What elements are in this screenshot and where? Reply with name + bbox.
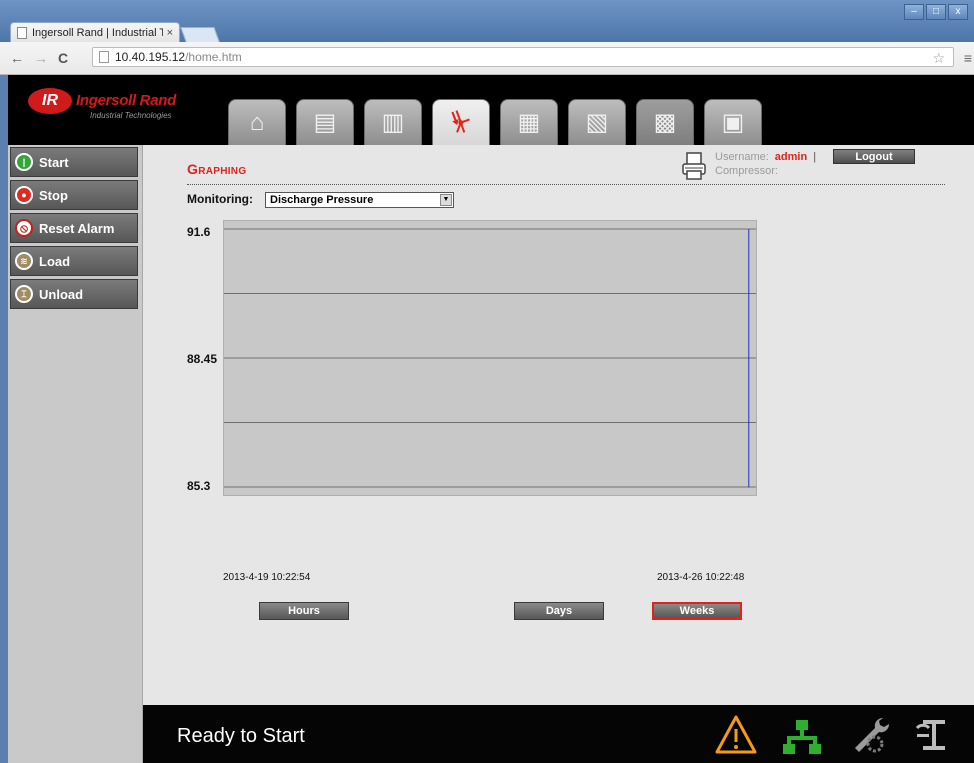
reload-icon[interactable]: C	[58, 50, 68, 66]
home-icon: ⌂	[249, 108, 265, 136]
start-icon: |	[15, 153, 33, 171]
page-title: Graphing	[187, 161, 247, 177]
printer-icon[interactable]	[681, 151, 707, 181]
tab-close-icon[interactable]: ×	[167, 27, 173, 39]
nav-tab-status[interactable]: ▤	[296, 99, 354, 145]
username-value: admin	[774, 151, 808, 163]
nav-tab-schedule[interactable]: ▩	[636, 99, 694, 145]
close-window-icon[interactable]: x	[948, 4, 968, 20]
y-tick-label: 91.6	[187, 225, 211, 239]
compressor-label: Compressor:	[715, 165, 778, 177]
network-icon[interactable]	[781, 714, 823, 756]
chart-plot-area	[223, 220, 757, 496]
maintenance-icon[interactable]	[849, 714, 891, 756]
back-icon[interactable]: ←	[10, 50, 24, 66]
logout-button[interactable]: Logout	[833, 149, 915, 164]
monitoring-select[interactable]: Discharge Pressure ▼	[265, 192, 454, 208]
unload-icon: ⌶	[15, 285, 33, 303]
forward-icon[interactable]: →	[34, 50, 48, 66]
x-start-label: 2013-4-19 10:22:54	[223, 572, 311, 583]
search-doc-icon: ▧	[585, 109, 609, 136]
stop-button[interactable]: ● Stop	[10, 180, 138, 210]
days-range-button[interactable]: Days	[514, 602, 604, 620]
settings-doc-icon: ▥	[381, 109, 405, 136]
browser-titlebar: Ingersoll Rand | Industrial Te × – □ x	[0, 0, 974, 42]
chart-svg	[224, 228, 756, 488]
app: IR Ingersoll Rand Industrial Technologie…	[8, 75, 974, 763]
reset-alarm-icon: ⦸	[15, 219, 33, 237]
nav-tab-id-card[interactable]: ▣	[704, 99, 762, 145]
sidebar-button-label: Reset Alarm	[39, 220, 115, 236]
stop-icon: ●	[15, 186, 33, 204]
weeks-range-button[interactable]: Weeks	[652, 602, 742, 620]
monitoring-select-value: Discharge Pressure	[270, 194, 374, 206]
compressor-icon[interactable]	[913, 714, 955, 756]
maximize-icon[interactable]: □	[926, 4, 946, 20]
start-button[interactable]: | Start	[10, 147, 138, 177]
monitoring-label: Monitoring:	[187, 192, 253, 206]
browser-menu-icon[interactable]: ≡	[964, 50, 972, 66]
bookmark-star-icon[interactable]: ☆	[932, 50, 945, 67]
brand-subtitle: Industrial Technologies	[90, 111, 172, 120]
brand-name: Ingersoll Rand	[76, 92, 176, 109]
nav-tab-graphing[interactable]: ⏧	[432, 99, 490, 145]
y-tick-label: 88.45	[187, 352, 218, 366]
nav-tab-config[interactable]: ▦	[500, 99, 558, 145]
nav-tab-search-doc[interactable]: ▧	[568, 99, 626, 145]
graphing-icon: ⏧	[451, 108, 471, 136]
separator: |	[813, 151, 817, 163]
status-text: Ready to Start	[177, 725, 305, 747]
nav-tab-home[interactable]: ⌂	[228, 99, 286, 145]
status-icon: ▤	[313, 109, 337, 136]
load-button[interactable]: ≋ Load	[10, 246, 138, 276]
unload-button[interactable]: ⌶ Unload	[10, 279, 138, 309]
user-info: Username: admin | Compressor:	[715, 150, 816, 178]
app-header: IR Ingersoll Rand Industrial Technologie…	[8, 75, 974, 145]
x-end-label: 2013-4-26 10:22:48	[657, 572, 745, 583]
username-label: Username:	[715, 151, 769, 163]
sidebar-button-label: Unload	[39, 286, 84, 302]
page-icon	[17, 26, 27, 39]
address-bar[interactable]: 10.40.195.12/home.htm ☆	[92, 47, 954, 67]
hours-range-button[interactable]: Hours	[259, 602, 349, 620]
graphing-page: Graphing Username: admin | Compressor: Log…	[143, 145, 974, 705]
tab-title: Ingersoll Rand | Industrial Te	[32, 26, 163, 39]
load-icon: ≋	[15, 252, 33, 270]
status-footer: Ready to Start	[143, 705, 974, 763]
logo-mark: IR	[28, 88, 72, 114]
warning-icon[interactable]	[715, 714, 757, 756]
series-line	[748, 229, 750, 488]
url-host: 10.40.195.12	[115, 50, 186, 64]
nav-tab-settings-doc[interactable]: ▥	[364, 99, 422, 145]
minimize-icon[interactable]: –	[904, 4, 924, 20]
new-tab-button[interactable]	[180, 27, 220, 42]
sidebar-button-label: Stop	[39, 187, 68, 203]
browser-tab[interactable]: Ingersoll Rand | Industrial Te ×	[10, 22, 180, 42]
schedule-icon: ▩	[653, 109, 677, 136]
url-path: /home.htm	[185, 50, 242, 64]
browser-toolbar: ← → C 10.40.195.12/home.htm ☆ ≡	[0, 42, 974, 75]
reset-alarm-button[interactable]: ⦸ Reset Alarm	[10, 213, 138, 243]
id-card-icon: ▣	[721, 109, 745, 136]
y-tick-label: 85.3	[187, 479, 211, 493]
command-sidebar: | Start ● Stop ⦸ Reset Alarm ≋ Load ⌶ Unload	[8, 145, 143, 763]
config-icon: ▦	[517, 109, 541, 136]
window-controls: – □ x	[904, 4, 968, 20]
title-divider	[187, 184, 945, 185]
page-icon	[99, 51, 109, 63]
sidebar-button-label: Load	[39, 253, 71, 269]
sidebar-button-label: Start	[39, 154, 69, 170]
chevron-down-icon[interactable]: ▼	[440, 194, 452, 206]
